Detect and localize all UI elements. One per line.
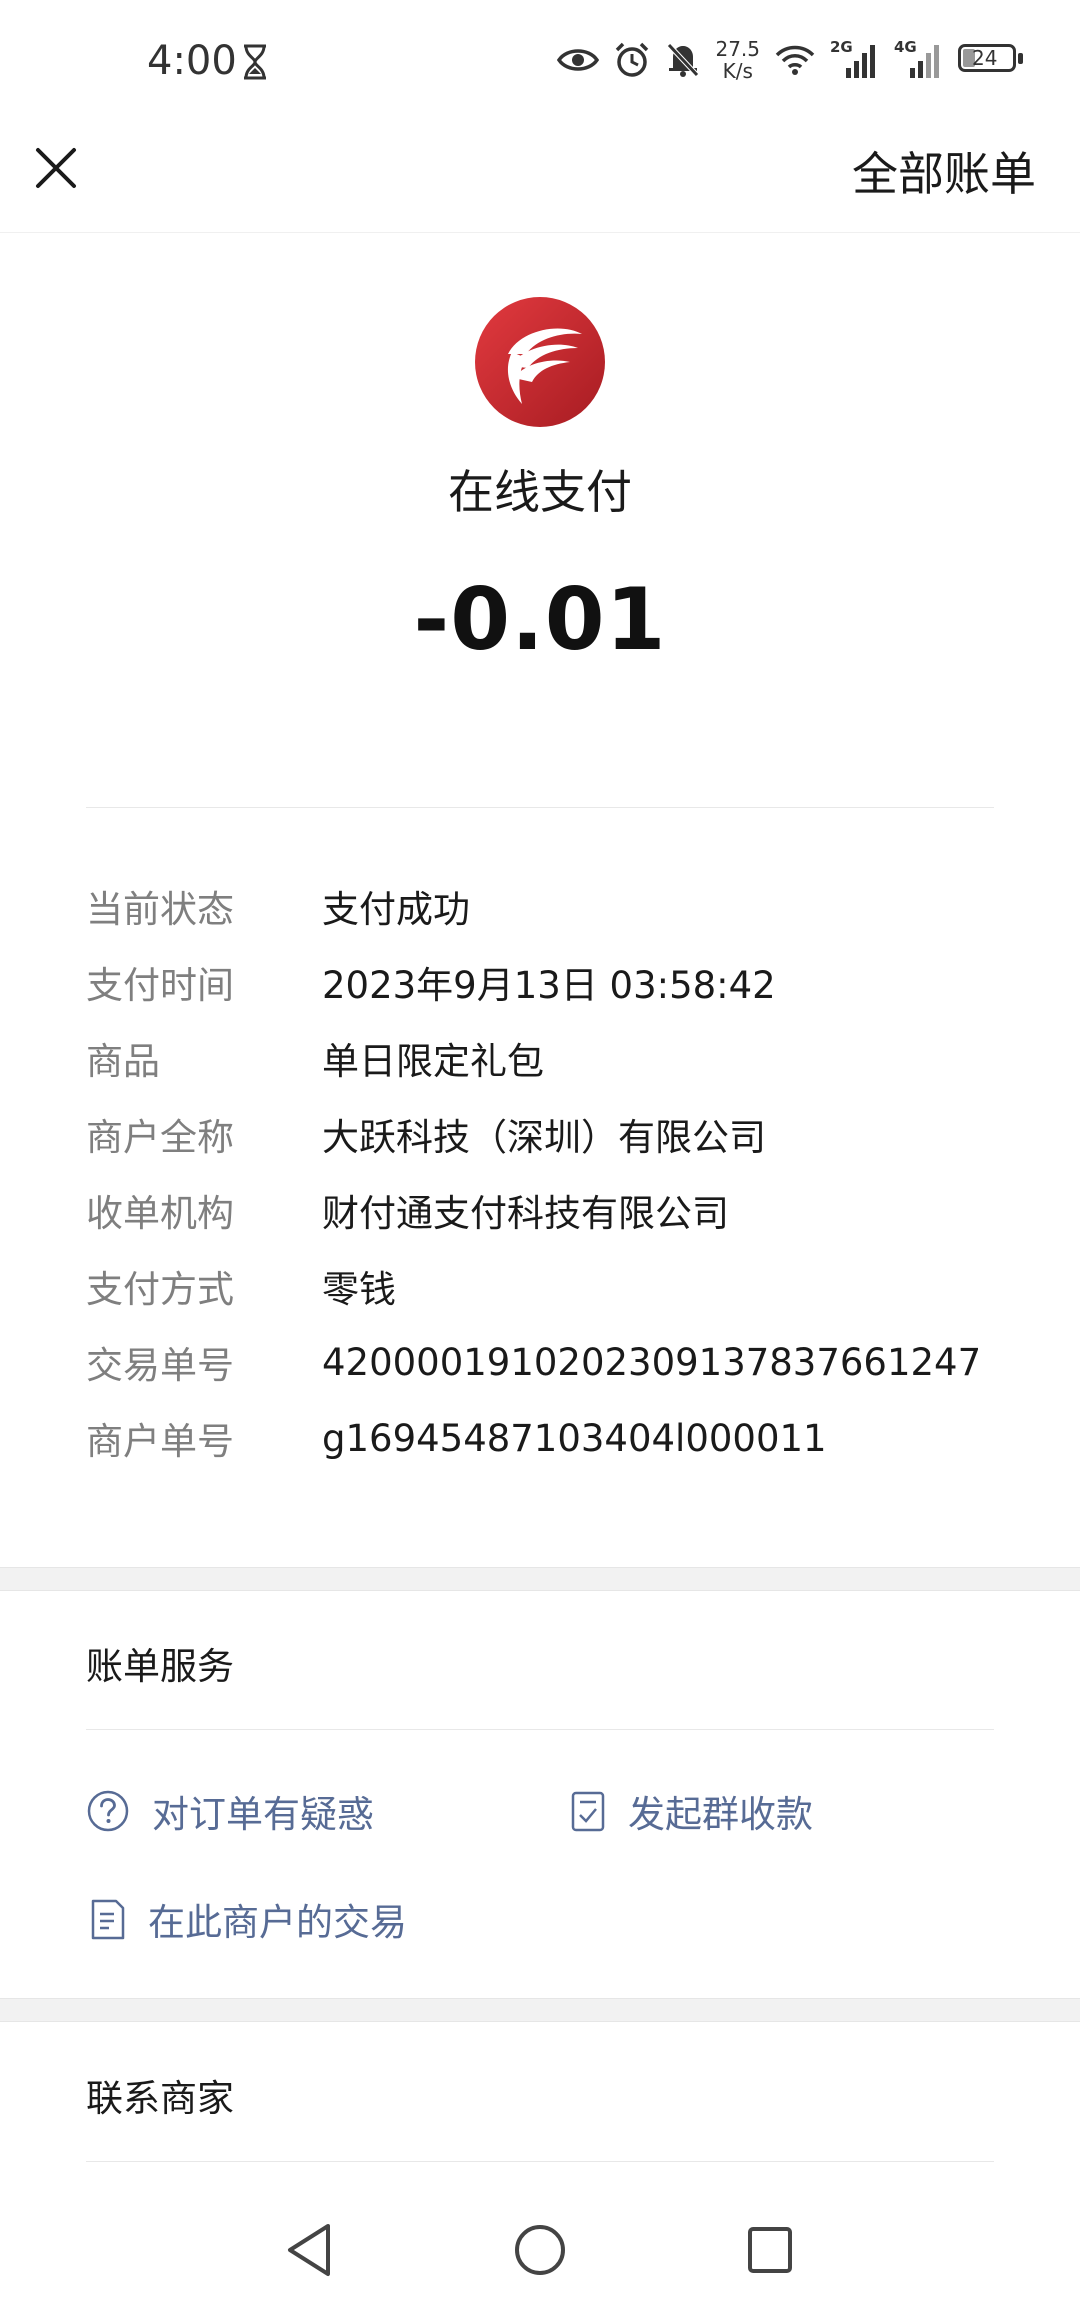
detail-label: 商户全称 <box>86 1116 234 1159</box>
detail-row-merchant-name: 商户全称 大跃科技（深圳）有限公司 <box>86 1096 1006 1172</box>
signal-icon <box>910 45 939 78</box>
detail-row-product: 商品 单日限定礼包 <box>86 1020 1006 1096</box>
bill-details: 当前状态 支付成功 支付时间 2023年9月13日 03:58:42 商品 单日… <box>86 868 1006 1476</box>
signal-sim2: 4G <box>894 38 944 78</box>
detail-label: 商品 <box>86 1040 160 1083</box>
group-collect-label: 发起群收款 <box>628 1793 813 1836</box>
detail-value: 财付通支付科技有限公司 <box>322 1192 729 1235</box>
detail-label: 商户单号 <box>86 1420 234 1463</box>
close-icon[interactable] <box>30 142 82 194</box>
wifi-icon <box>775 45 815 75</box>
detail-value[interactable]: 4200001910202309137837661247 <box>322 1341 981 1384</box>
back-nav-icon[interactable] <box>284 2222 334 2278</box>
status-time: 4:00 <box>147 38 237 84</box>
detail-value: 零钱 <box>322 1268 396 1311</box>
detail-row-transaction-id: 交易单号 4200001910202309137837661247 <box>86 1324 1006 1400</box>
merchant-transactions-link[interactable]: 在此商户的交易 <box>90 1892 407 1946</box>
question-circle-icon <box>87 1790 129 1832</box>
contact-merchant-title[interactable]: 联系商家 <box>86 2068 234 2122</box>
section-separator <box>0 1567 1080 1591</box>
battery-icon: 24 <box>958 44 1024 76</box>
group-collect-link[interactable]: 发起群收款 <box>570 1784 813 1838</box>
recents-nav-icon[interactable] <box>746 2222 794 2278</box>
bill-service-title: 账单服务 <box>86 1645 234 1688</box>
detail-value: 2023年9月13日 03:58:42 <box>322 964 776 1007</box>
detail-value: 大跃科技（深圳）有限公司 <box>322 1116 766 1159</box>
bell-mute-icon <box>667 43 700 77</box>
section-separator <box>0 1998 1080 2022</box>
document-list-icon <box>91 1899 125 1940</box>
merchant-name: 在线支付 <box>448 465 632 519</box>
detail-value: 单日限定礼包 <box>322 1040 544 1083</box>
detail-row-merchant-order-id: 商户单号 g16945487103404l000011 <box>86 1400 1006 1476</box>
detail-label: 支付方式 <box>86 1268 234 1311</box>
bill-service-divider <box>86 1729 994 1730</box>
question-order-link[interactable]: 对订单有疑惑 <box>86 1784 374 1838</box>
detail-value[interactable]: g16945487103404l000011 <box>322 1417 827 1460</box>
status-icons: 27.5 K/s 2G 4G 24 <box>557 36 1024 84</box>
signal-sim1: 2G <box>830 38 880 78</box>
detail-row-acquirer: 收单机构 财付通支付科技有限公司 <box>86 1172 1006 1248</box>
detail-label: 当前状态 <box>86 888 234 931</box>
detail-label: 支付时间 <box>86 964 234 1007</box>
payment-amount: -0.01 <box>413 570 667 670</box>
alarm-icon <box>616 42 649 77</box>
detail-label: 交易单号 <box>86 1344 234 1387</box>
merchant-transactions-label: 在此商户的交易 <box>148 1901 407 1944</box>
detail-label: 收单机构 <box>86 1192 234 1235</box>
net-speed: 27.5 K/s <box>715 37 760 83</box>
detail-row-pay-time: 支付时间 2023年9月13日 03:58:42 <box>86 944 1006 1020</box>
merchant-logo <box>475 297 605 427</box>
top-nav: 全部账单 <box>0 120 1080 233</box>
header-divider <box>86 807 994 808</box>
all-bills-link[interactable]: 全部账单 <box>852 138 1036 204</box>
contact-divider <box>86 2161 994 2162</box>
document-check-icon <box>571 1791 605 1832</box>
home-nav-icon[interactable] <box>514 2222 566 2278</box>
detail-row-status: 当前状态 支付成功 <box>86 868 1006 944</box>
detail-row-pay-method: 支付方式 零钱 <box>86 1248 1006 1324</box>
detail-value: 支付成功 <box>322 888 470 931</box>
signal-icon <box>846 45 875 78</box>
hourglass-icon <box>244 44 266 80</box>
question-order-label: 对订单有疑惑 <box>152 1793 374 1836</box>
eye-icon <box>557 49 600 71</box>
status-bar: 4:00 27.5 K/s 2G 4G 24 <box>0 0 1080 120</box>
